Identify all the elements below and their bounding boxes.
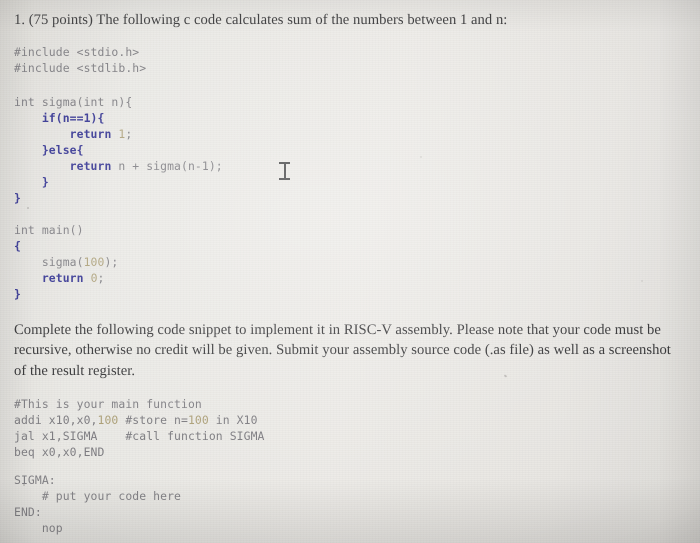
c-main-open-brace: { xyxy=(14,239,21,253)
cursor-cap-bottom xyxy=(279,178,290,180)
c-main-sigma-argument: 100 xyxy=(83,255,105,269)
c-main-return-type: int xyxy=(14,223,35,237)
c-main-return-value: 0 xyxy=(90,271,98,285)
c-outer-close-brace: } xyxy=(14,191,21,205)
cursor-bar xyxy=(283,163,286,179)
c-return-recursive-expression: n + sigma(n-1); xyxy=(111,159,223,173)
c-if-keyword: if xyxy=(41,111,56,125)
asm-addi-immediate: 100 xyxy=(97,413,119,427)
paper-speck xyxy=(420,156,422,158)
asm-jal-line: jal x1,SIGMA #call function SIGMA xyxy=(14,429,265,443)
c-else-line: }else{ xyxy=(41,143,84,157)
paper-speck xyxy=(23,484,25,486)
asm-main-block: #This is your main function addi x10,x0,… xyxy=(14,396,264,460)
c-main-return-semicolon: ; xyxy=(97,271,105,285)
c-include-block: #include <stdio.h> #include <stdlib.h> xyxy=(14,44,146,76)
paper-speck xyxy=(27,207,29,209)
c-include-stdlib: #include <stdlib.h> xyxy=(14,61,147,75)
c-main-sigma-call: sigma( xyxy=(41,255,84,269)
asm-placeholder-comment: # put your code here xyxy=(14,489,181,503)
asm-addi-comment-mid: #store n= xyxy=(118,413,188,427)
question-heading: 1. (75 points) The following c code calc… xyxy=(14,12,508,28)
c-return-keyword-recursive: return xyxy=(69,159,112,173)
c-if-condition: (n==1){ xyxy=(55,111,105,125)
c-main-return-keyword: return xyxy=(41,271,84,285)
text-ibeam-cursor xyxy=(279,161,290,181)
asm-labels-block: SIGMA: # put your code here END: nop xyxy=(14,472,181,536)
asm-main-comment-header: #This is your main function xyxy=(14,397,202,411)
asm-addi-prefix: addi x10,x0, xyxy=(14,413,98,427)
asm-beq-line: beq x0,x0,END xyxy=(14,445,105,459)
c-sigma-signature: sigma(int n){ xyxy=(34,95,133,109)
document-photo: 1. (75 points) The following c code calc… xyxy=(0,0,700,543)
c-return-keyword-base: return xyxy=(69,127,112,141)
c-include-stdio: #include <stdio.h> xyxy=(14,45,140,59)
asm-sigma-label: SIGMA: xyxy=(14,473,56,487)
c-return-base-semicolon: ; xyxy=(125,127,133,141)
c-inner-close-brace: } xyxy=(41,175,49,189)
paper-speck xyxy=(641,280,643,282)
asm-end-label: END: xyxy=(14,505,42,519)
c-main-close-brace: } xyxy=(14,287,21,301)
asm-addi-comment-value: 100 xyxy=(187,413,209,427)
c-main-sigma-call-tail: ); xyxy=(104,255,119,269)
c-sigma-return-type: int xyxy=(14,95,35,109)
c-main-signature: main() xyxy=(34,223,84,237)
instruction-paragraph: Complete the following code snippet to i… xyxy=(14,322,671,379)
asm-nop-instruction: nop xyxy=(14,521,63,535)
c-main-function-block: int main() { sigma(100); return 0; } xyxy=(14,222,118,302)
asm-addi-comment-tail: in X10 xyxy=(208,413,258,427)
c-sigma-function-block: int sigma(int n){ if(n==1){ return 1; }e… xyxy=(14,94,223,206)
